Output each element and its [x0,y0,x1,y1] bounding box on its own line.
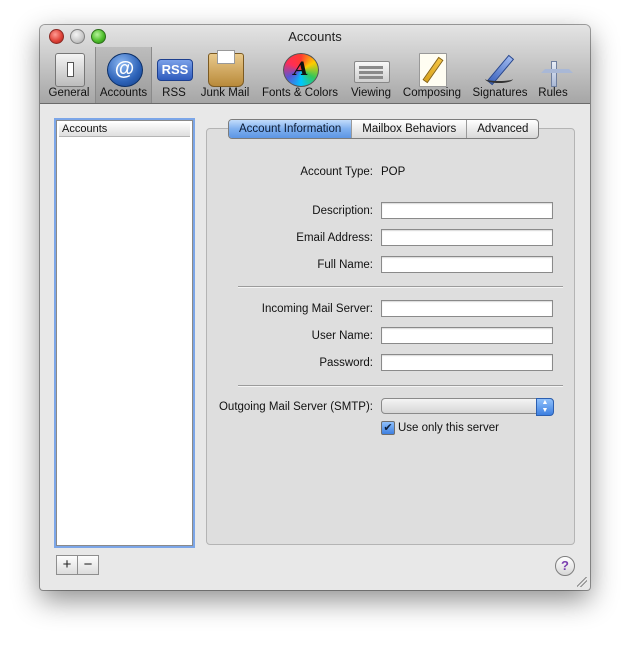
smtp-server-popup[interactable]: ▲ ▼ [381,398,554,416]
viewing-icon [354,61,390,83]
description-label: Description: [312,205,373,217]
junk-mail-bag-icon [208,50,244,87]
toolbar-viewing[interactable]: Viewing [345,47,397,103]
accounts-list[interactable]: Accounts [56,120,193,546]
account-type-value: POP [381,166,406,178]
full-name-label: Full Name: [317,259,373,271]
user-name-label: User Name: [311,330,373,342]
tab-mailbox-behaviors[interactable]: Mailbox Behaviors [351,120,466,138]
toolbar-accounts[interactable]: @ Accounts [95,47,152,103]
light-switch-icon [55,53,85,87]
divider [238,385,563,386]
account-type-label: Account Type: [300,166,373,178]
fountain-pen-icon [483,53,517,85]
resize-grip-icon[interactable] [577,577,587,587]
toolbar-junk-mail[interactable]: Junk Mail [197,47,253,103]
preferences-window: Accounts General @ Accounts RSS RSS Junk… [40,25,590,590]
pencil-paper-icon [419,53,447,87]
email-address-field[interactable] [381,229,553,246]
toolbar-rss-label: RSS [162,87,186,99]
toolbar-rules-label: Rules [538,87,568,99]
toolbar-rss[interactable]: RSS RSS [154,47,194,103]
toolbar-signatures-label: Signatures [472,87,528,99]
rss-icon: RSS [157,59,193,81]
password-field[interactable] [381,354,553,371]
toolbar-accounts-label: Accounts [99,87,148,99]
tab-account-information[interactable]: Account Information [229,120,352,138]
tab-bar: Account Information Mailbox Behaviors Ad… [228,119,540,139]
signpost-icon [536,53,570,87]
at-sign-icon: @ [106,53,143,87]
email-address-label: Email Address: [296,232,373,244]
tab-advanced[interactable]: Advanced [466,120,538,138]
incoming-server-label: Incoming Mail Server: [261,303,373,315]
titlebar: Accounts General @ Accounts RSS RSS Junk… [40,25,590,104]
toolbar-composing[interactable]: Composing [399,47,465,103]
up-down-arrows-icon: ▲ ▼ [536,398,554,416]
toolbar-general-label: General [48,87,90,99]
smtp-label: Outgoing Mail Server (SMTP): [218,401,373,413]
description-field[interactable] [381,202,553,219]
full-name-field[interactable] [381,256,553,273]
toolbar-general[interactable]: General [45,47,93,103]
window-title: Accounts [288,29,342,44]
use-only-server-label[interactable]: Use only this server [398,422,499,434]
toolbar-signatures[interactable]: Signatures [468,47,532,103]
toolbar-junk-mail-label: Junk Mail [200,87,250,99]
toolbar-viewing-label: Viewing [350,87,392,99]
toolbar-fonts-colors-label: Fonts & Colors [261,87,339,99]
toolbar-fonts-colors[interactable]: A Fonts & Colors [257,47,343,103]
color-wheel-icon: A [283,53,319,87]
remove-account-button[interactable]: − [77,555,99,575]
help-button[interactable]: ? [555,556,575,576]
toolbar-composing-label: Composing [402,87,462,99]
incoming-server-field[interactable] [381,300,553,317]
add-account-button[interactable]: + [56,555,78,575]
use-only-server-checkbox[interactable]: ✔ [381,421,395,435]
toolbar-rules[interactable]: Rules [534,47,572,103]
accounts-list-header: Accounts [59,123,190,137]
password-label: Password: [319,357,373,369]
divider [238,286,563,287]
user-name-field[interactable] [381,327,553,344]
